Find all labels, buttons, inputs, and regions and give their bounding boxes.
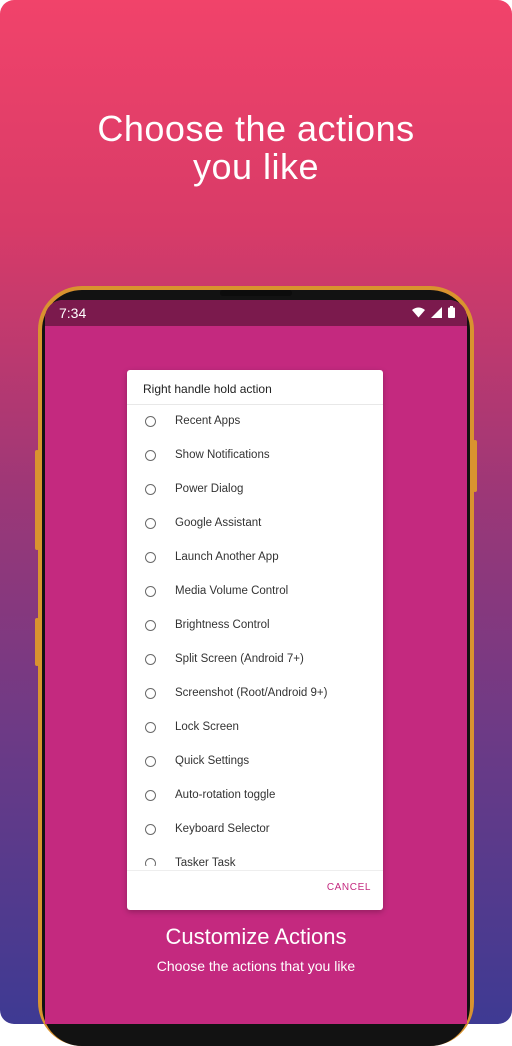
option-launch-another-app[interactable]: Launch Another App	[127, 542, 383, 572]
option-label: Recent Apps	[175, 415, 241, 427]
option-label: Screenshot (Root/Android 9+)	[175, 687, 328, 699]
cancel-button[interactable]: CANCEL	[327, 882, 371, 893]
option-google-assistant[interactable]: Google Assistant	[127, 508, 383, 538]
radio-button[interactable]	[145, 721, 156, 733]
radio-button[interactable]	[145, 789, 156, 801]
radio-button[interactable]	[145, 687, 156, 699]
radio-button[interactable]	[145, 823, 156, 835]
option-recent-apps[interactable]: Recent Apps	[127, 406, 383, 436]
radio-button[interactable]	[145, 585, 156, 597]
option-label: Show Notifications	[175, 449, 270, 461]
phone-speaker	[220, 290, 292, 296]
radio-button[interactable]	[145, 857, 156, 866]
option-label: Launch Another App	[175, 551, 279, 563]
caption-subtitle: Choose the actions that you like	[156, 958, 356, 974]
option-split-screen[interactable]: Split Screen (Android 7+)	[127, 644, 383, 674]
option-media-volume-control[interactable]: Media Volume Control	[127, 576, 383, 606]
hold-action-dialog: Right handle hold action Recent Apps Sho…	[127, 370, 383, 910]
option-label: Brightness Control	[175, 619, 270, 631]
option-screenshot[interactable]: Screenshot (Root/Android 9+)	[127, 678, 383, 708]
radio-button[interactable]	[145, 517, 156, 529]
battery-icon	[448, 306, 455, 318]
option-label: Google Assistant	[175, 517, 262, 529]
radio-button[interactable]	[145, 653, 156, 665]
radio-button[interactable]	[145, 551, 156, 563]
option-show-notifications[interactable]: Show Notifications	[127, 440, 383, 470]
option-tasker-task[interactable]: Tasker Task	[127, 848, 383, 866]
dialog-title: Right handle hold action	[143, 382, 272, 396]
radio-button[interactable]	[145, 755, 156, 767]
radio-button[interactable]	[145, 449, 156, 461]
radio-button[interactable]	[145, 483, 156, 495]
phone-right-button	[473, 440, 477, 492]
headline-line-1: Choose the actions	[97, 108, 415, 149]
radio-button[interactable]	[145, 619, 156, 631]
status-bar: 7:34	[45, 300, 467, 326]
dialog-footer-divider	[127, 870, 383, 871]
option-brightness-control[interactable]: Brightness Control	[127, 610, 383, 640]
status-time: 7:34	[59, 305, 87, 321]
option-keyboard-selector[interactable]: Keyboard Selector	[127, 814, 383, 844]
phone-left-button-2	[35, 618, 39, 666]
option-auto-rotation-toggle[interactable]: Auto-rotation toggle	[127, 780, 383, 810]
status-icons	[412, 306, 455, 318]
option-label: Quick Settings	[175, 755, 250, 767]
option-label: Auto-rotation toggle	[175, 789, 276, 801]
option-label: Split Screen (Android 7+)	[175, 653, 304, 665]
option-label: Tasker Task	[175, 857, 236, 866]
option-label: Media Volume Control	[175, 585, 289, 597]
caption-title: Customize Actions	[165, 924, 347, 949]
option-quick-settings[interactable]: Quick Settings	[127, 746, 383, 776]
dialog-divider	[127, 404, 383, 405]
phone-left-button-1	[35, 450, 39, 550]
radio-button[interactable]	[145, 415, 156, 427]
option-power-dialog[interactable]: Power Dialog	[127, 474, 383, 504]
option-label: Lock Screen	[175, 721, 239, 733]
wifi-icon	[412, 307, 425, 317]
signal-icon	[431, 306, 442, 318]
phone-screen: 7:34 Right handle hold action Recent App…	[45, 300, 467, 1024]
option-list: Recent Apps Show Notifications Power Dia…	[127, 406, 383, 866]
option-lock-screen[interactable]: Lock Screen	[127, 712, 383, 742]
option-label: Keyboard Selector	[175, 823, 270, 835]
headline-line-2: you like	[192, 146, 320, 187]
option-label: Power Dialog	[175, 483, 244, 495]
headline: Choose the actions you like	[0, 110, 512, 186]
